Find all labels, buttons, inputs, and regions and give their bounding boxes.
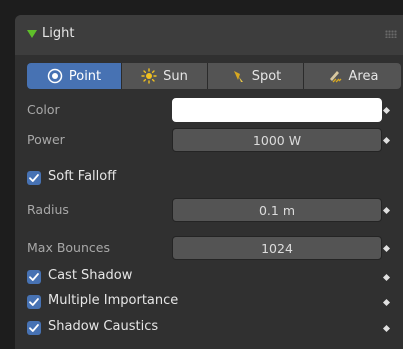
color-label: Color (27, 102, 60, 117)
sun-light-icon (141, 68, 157, 84)
light-panel-header[interactable]: Light (15, 15, 403, 55)
power-field[interactable]: 1000 W (172, 128, 382, 152)
radius-row: Radius 0.1 m (15, 198, 403, 222)
max-bounces-field[interactable]: 1024 (172, 236, 382, 260)
area-light-icon (329, 71, 341, 83)
max-bounces-label: Max Bounces (27, 240, 110, 255)
checkbox-checked-icon[interactable] (27, 270, 41, 284)
keyframe-dot-icon[interactable] (382, 273, 391, 282)
soft-falloff-checkbox[interactable]: Soft Falloff (27, 169, 403, 189)
shadow-caustics-label: Shadow Caustics (48, 319, 159, 334)
keyframe-dot-icon[interactable] (382, 106, 391, 115)
max-bounces-row: Max Bounces 1024 (15, 236, 403, 260)
keyframe-dot-icon[interactable] (382, 324, 391, 333)
radius-label: Radius (27, 202, 69, 217)
keyframe-dot-icon[interactable] (382, 206, 391, 215)
multiple-importance-checkbox[interactable]: Multiple Importance (27, 293, 403, 313)
light-type-sun-button[interactable]: Sun (122, 63, 208, 89)
light-panel: Light Point Sun Spot Area Color Power 10… (15, 15, 403, 349)
keyframe-dot-icon[interactable] (382, 244, 391, 253)
color-row: Color (15, 98, 403, 122)
cast-shadow-checkbox[interactable]: Cast Shadow (27, 268, 403, 288)
checkbox-checked-icon[interactable] (27, 171, 41, 185)
light-type-sun-label: Sun (163, 68, 188, 84)
cast-shadow-label: Cast Shadow (48, 268, 133, 283)
light-type-point-button[interactable]: Point (27, 63, 122, 89)
light-type-area-label: Area (348, 68, 379, 84)
checkbox-checked-icon[interactable] (27, 295, 41, 309)
light-type-selector: Point Sun Spot Area (27, 63, 401, 89)
spot-light-icon (233, 71, 243, 82)
color-swatch[interactable] (172, 98, 382, 122)
panel-title: Light (42, 26, 75, 41)
light-type-area-button[interactable]: Area (304, 63, 401, 89)
point-light-icon (47, 68, 63, 84)
power-label: Power (27, 132, 65, 147)
expand-arrow-icon[interactable] (27, 30, 37, 38)
light-type-point-label: Point (68, 68, 102, 84)
light-type-spot-button[interactable]: Spot (208, 63, 304, 89)
checkbox-checked-icon[interactable] (27, 321, 41, 335)
multiple-importance-label: Multiple Importance (48, 293, 179, 308)
power-row: Power 1000 W (15, 128, 403, 152)
soft-falloff-label: Soft Falloff (48, 169, 117, 184)
shadow-caustics-checkbox[interactable]: Shadow Caustics (27, 319, 403, 339)
keyframe-dot-icon[interactable] (382, 298, 391, 307)
light-type-spot-label: Spot (251, 68, 282, 84)
keyframe-dot-icon[interactable] (382, 136, 391, 145)
radius-field[interactable]: 0.1 m (172, 198, 382, 222)
drag-grip-icon[interactable] (385, 30, 397, 38)
